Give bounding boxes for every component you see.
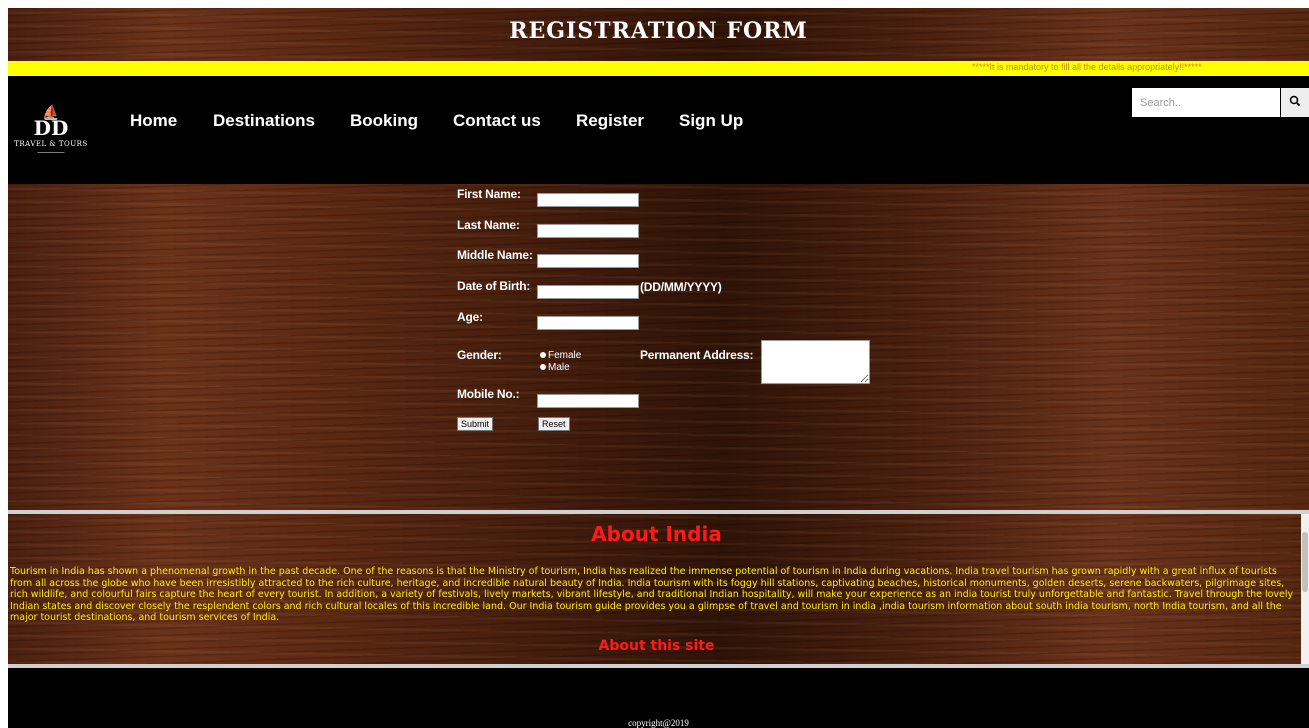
nav-contact-us[interactable]: Contact us (453, 111, 541, 131)
dob-format-hint: (DD/MM/YYYY) (640, 280, 722, 294)
scrollbar-thumb[interactable] (1302, 532, 1308, 592)
reset-button[interactable]: Reset (538, 417, 570, 431)
first-name-field[interactable] (537, 193, 639, 207)
mobile-label: Mobile No.: (457, 387, 520, 401)
search-button[interactable] (1281, 88, 1309, 117)
magnifier-icon (1289, 95, 1301, 107)
logo-brand: TRAVEL & TOURS (14, 140, 88, 148)
notice-marquee: *****It is mandatory to fill all the det… (8, 61, 1309, 76)
gender-female-option[interactable]: Female (540, 350, 581, 361)
last-name-label: Last Name: (457, 218, 520, 232)
last-name-field[interactable] (537, 224, 639, 238)
nav-sign-up[interactable]: Sign Up (679, 111, 743, 131)
mobile-field[interactable] (537, 394, 639, 408)
gender-male-label: Male (548, 362, 570, 373)
about-text: Tourism in India has shown a phenomenal … (10, 566, 1294, 623)
radio-icon[interactable] (540, 352, 546, 359)
nav-booking[interactable]: Booking (350, 111, 418, 131)
registration-section: First Name: Last Name: Middle Name: Date… (8, 184, 1309, 510)
logo[interactable]: ⛵ DD TRAVEL & TOURS ▬▬▬▬▬▬▬▬▬ (12, 105, 90, 176)
dob-field[interactable] (537, 285, 639, 299)
about-heading: About India (591, 522, 722, 546)
copyright-text: copyright@2019 (628, 718, 689, 728)
middle-name-field[interactable] (537, 254, 639, 268)
about-site-heading: About this site (598, 638, 715, 654)
logo-tagline: ▬▬▬▬▬▬▬▬▬ (37, 150, 65, 154)
search-input[interactable] (1132, 88, 1280, 117)
dob-label: Date of Birth: (457, 279, 531, 293)
navigation-bar: ⛵ DD TRAVEL & TOURS ▬▬▬▬▬▬▬▬▬ Home Desti… (8, 76, 1309, 184)
address-field[interactable] (761, 340, 870, 384)
age-field[interactable] (537, 316, 639, 330)
logo-mark: DD (33, 116, 69, 140)
nav-home[interactable]: Home (130, 111, 177, 131)
gender-label: Gender: (457, 348, 502, 362)
page-header: REGISTRATION FORM (8, 8, 1309, 61)
gender-female-label: Female (548, 350, 582, 361)
middle-name-label: Middle Name: (457, 248, 533, 262)
age-label: Age: (457, 310, 483, 324)
nav-destinations[interactable]: Destinations (213, 111, 315, 131)
about-panel: About India Tourism in India has shown a… (8, 514, 1305, 664)
notice-text: *****It is mandatory to fill all the det… (972, 62, 1202, 72)
footer: copyright@2019 (8, 668, 1309, 728)
address-label: Permanent Address: (640, 348, 754, 362)
nav-register[interactable]: Register (576, 111, 644, 131)
gender-male-option[interactable]: Male (540, 362, 570, 373)
radio-icon[interactable] (540, 364, 546, 371)
submit-button[interactable]: Submit (457, 417, 494, 431)
page-title: REGISTRATION FORM (509, 18, 808, 44)
first-name-label: First Name: (457, 187, 521, 201)
